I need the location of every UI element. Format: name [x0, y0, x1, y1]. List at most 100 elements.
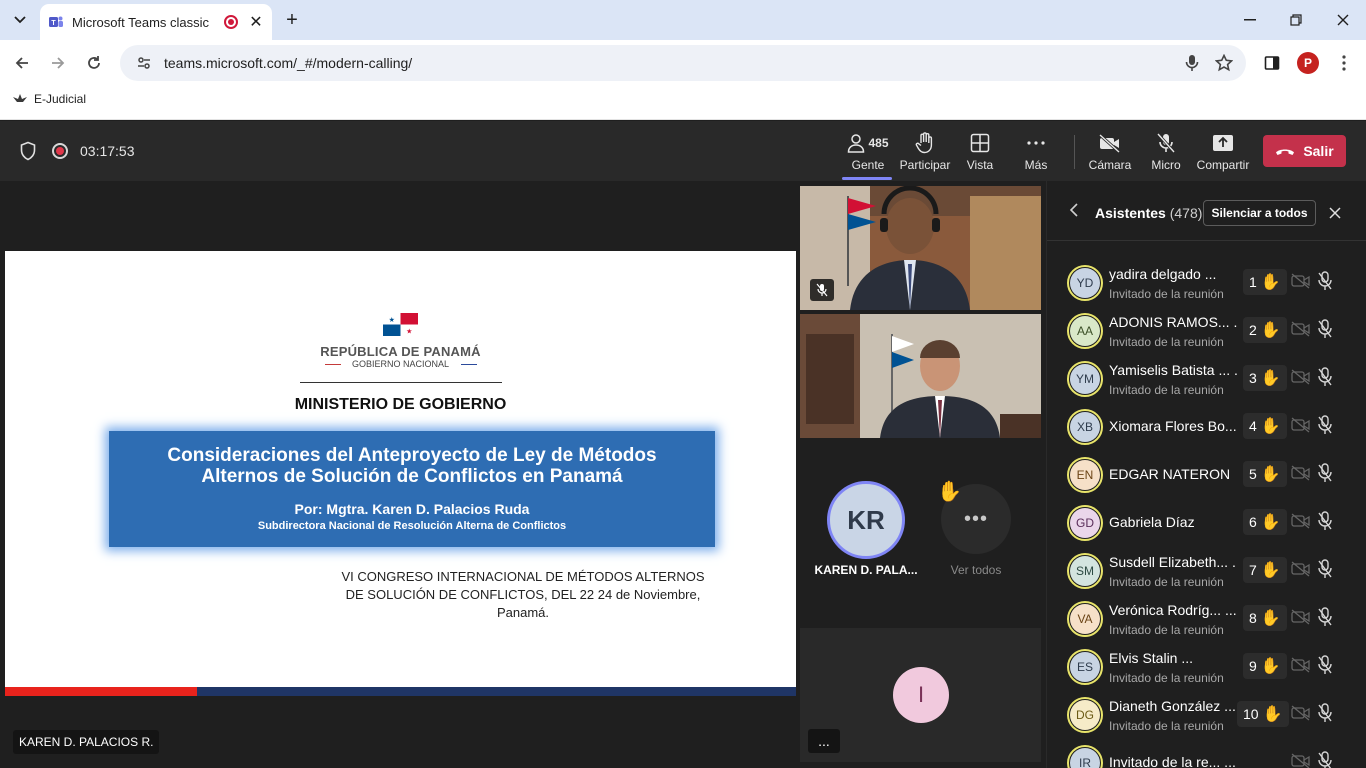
bookmark-star-icon[interactable]: [1214, 53, 1234, 73]
camera-off-icon: [1291, 561, 1310, 577]
close-panel-button[interactable]: [1323, 201, 1347, 225]
attendee-row[interactable]: YD yadira delgado ... Invitado de la reuni…: [1047, 259, 1366, 307]
arrow-left-icon: [15, 57, 28, 69]
raise-hand-button[interactable]: Participar: [900, 131, 950, 175]
attendee-avatar: XB: [1067, 409, 1103, 445]
arrow-right-icon: [52, 57, 65, 69]
attendee-row[interactable]: EN EDGAR NATERON 5 ✋: [1047, 451, 1366, 499]
mic-off-icon[interactable]: [1317, 607, 1333, 627]
site-info-icon[interactable]: [134, 53, 154, 73]
mic-off-icon[interactable]: [1317, 703, 1333, 723]
attendee-initials: ES: [1070, 652, 1100, 682]
mic-off-icon[interactable]: [1317, 415, 1333, 435]
participant-video-tile-1[interactable]: [800, 186, 1041, 310]
bookmark-e-judicial[interactable]: E-Judicial: [12, 92, 86, 106]
camera-label: Cámara: [1088, 158, 1132, 172]
hand-order: 7: [1249, 562, 1257, 578]
gobierno-line-right: [461, 364, 477, 365]
microphone-icon[interactable]: [1182, 53, 1202, 73]
share-label: Compartir: [1196, 158, 1250, 172]
attendees-title-text: Asistentes: [1095, 205, 1166, 221]
raised-hand-icon: ✋: [1260, 418, 1281, 435]
new-tab-button[interactable]: +: [280, 8, 304, 32]
meeting-timer: 03:17:53: [80, 143, 135, 159]
close-icon: [1329, 207, 1341, 219]
attendee-initials: SM: [1070, 556, 1100, 586]
close-window-button[interactable]: [1331, 8, 1355, 32]
mic-off-icon[interactable]: [1317, 463, 1333, 483]
camera-button[interactable]: Cámara: [1088, 131, 1132, 175]
tile-more-button[interactable]: ...: [808, 729, 840, 753]
attendee-name: Xiomara Flores Bo...: [1109, 418, 1237, 434]
camera-off-icon: [1291, 465, 1310, 481]
browser-tab-teams[interactable]: T Microsoft Teams classic ✕: [40, 4, 272, 40]
forward-button[interactable]: [46, 51, 70, 75]
minimize-button[interactable]: [1238, 8, 1262, 32]
recording-indicator-icon: [224, 15, 238, 29]
mic-off-icon[interactable]: [1317, 511, 1333, 531]
slide-gobierno: GOBIERNO NACIONAL: [351, 359, 450, 369]
hand-order: 8: [1249, 610, 1257, 626]
attendee-row[interactable]: GD Gabriela Díaz 6 ✋: [1047, 499, 1366, 547]
camera-off-icon: [1291, 417, 1310, 433]
kr-avatar[interactable]: KR: [827, 481, 905, 559]
attendee-row[interactable]: XB Xiomara Flores Bo... 4 ✋: [1047, 403, 1366, 451]
leave-button[interactable]: Salir: [1263, 135, 1346, 167]
attendee-initials: YM: [1070, 364, 1100, 394]
people-button[interactable]: 485 Gente: [845, 131, 891, 175]
view-label: Vista: [966, 158, 994, 172]
attendee-row[interactable]: ES Elvis Stalin ... Invitado de la reunión…: [1047, 643, 1366, 691]
attendee-initials: YD: [1070, 268, 1100, 298]
mute-all-button[interactable]: Silenciar a todos: [1203, 200, 1316, 226]
mic-off-icon[interactable]: [1317, 319, 1333, 339]
profile-avatar[interactable]: P: [1297, 52, 1319, 74]
shield-icon[interactable]: [19, 141, 37, 161]
camera-off-icon: [1291, 609, 1310, 625]
chevron-left-icon[interactable]: [1069, 203, 1079, 217]
people-icon: [848, 134, 865, 153]
more-actions-button[interactable]: Más: [1020, 131, 1052, 175]
browser-menu-button[interactable]: [1332, 51, 1356, 75]
attendee-name: Susdell Elizabeth... ...: [1109, 554, 1237, 570]
bookmarks-bar: E-Judicial: [0, 86, 1366, 120]
raised-hand-badge: 5 ✋: [1243, 461, 1287, 487]
mic-button[interactable]: Micro: [1148, 131, 1184, 175]
see-all-label[interactable]: Ver todos: [936, 563, 1016, 577]
attendee-row[interactable]: SM Susdell Elizabeth... ... Invitado de la…: [1047, 547, 1366, 595]
back-button[interactable]: [10, 51, 34, 75]
slide-republica: REPÚBLICA DE PANAMÁ: [320, 344, 481, 359]
side-panel-button[interactable]: [1260, 51, 1284, 75]
attendee-name: Gabriela Díaz: [1109, 514, 1195, 530]
eagle-icon: [13, 94, 27, 102]
mic-off-icon: [1156, 133, 1176, 153]
participant-video-tile-2[interactable]: [800, 314, 1041, 438]
share-button[interactable]: Compartir: [1196, 131, 1250, 175]
attendee-avatar: YM: [1067, 361, 1103, 397]
view-button[interactable]: Vista: [962, 131, 998, 175]
congreso-line2: DE SOLUCIÓN DE CONFLICTOS, DEL 22 24 de …: [345, 587, 701, 602]
muted-badge: [810, 279, 834, 301]
attendee-initials: VA: [1070, 604, 1100, 634]
reload-button[interactable]: [82, 51, 106, 75]
raised-hand-icon: ✋: [1260, 562, 1281, 579]
tab-search-button[interactable]: [8, 8, 32, 32]
attendee-row[interactable]: AA ADONIS RAMOS... ... Invitado de la reun…: [1047, 307, 1366, 355]
mic-off-icon[interactable]: [1317, 655, 1333, 675]
hand-order: 3: [1249, 370, 1257, 386]
mic-off-icon[interactable]: [1317, 751, 1333, 768]
attendee-name: Verónica Rodríg... ...: [1109, 602, 1237, 618]
mic-off-icon[interactable]: [1317, 367, 1333, 387]
raised-hand-icon: ✋: [937, 481, 962, 503]
restore-button[interactable]: [1284, 8, 1308, 32]
presenter-name-label: KAREN D. PALACIOS R.: [13, 730, 160, 754]
attendee-row[interactable]: DG Dianeth González ... Invitado de la reu…: [1047, 691, 1366, 739]
attendee-row[interactable]: YM Yamiselis Batista ... ... Invitado de l…: [1047, 355, 1366, 403]
attendee-row[interactable]: IR Invitado de la re... ...: [1047, 739, 1366, 768]
address-bar[interactable]: teams.microsoft.com/_#/modern-calling/: [120, 45, 1246, 81]
attendee-row[interactable]: VA Verónica Rodríg... ... Invitado de la r…: [1047, 595, 1366, 643]
mic-off-icon[interactable]: [1317, 271, 1333, 291]
url-text[interactable]: teams.microsoft.com/_#/modern-calling/: [164, 55, 1182, 71]
mic-off-icon[interactable]: [1317, 559, 1333, 579]
slide-title-line1: Consideraciones del Anteproyecto de Ley …: [167, 445, 657, 466]
tab-close-icon[interactable]: ✕: [248, 12, 264, 32]
